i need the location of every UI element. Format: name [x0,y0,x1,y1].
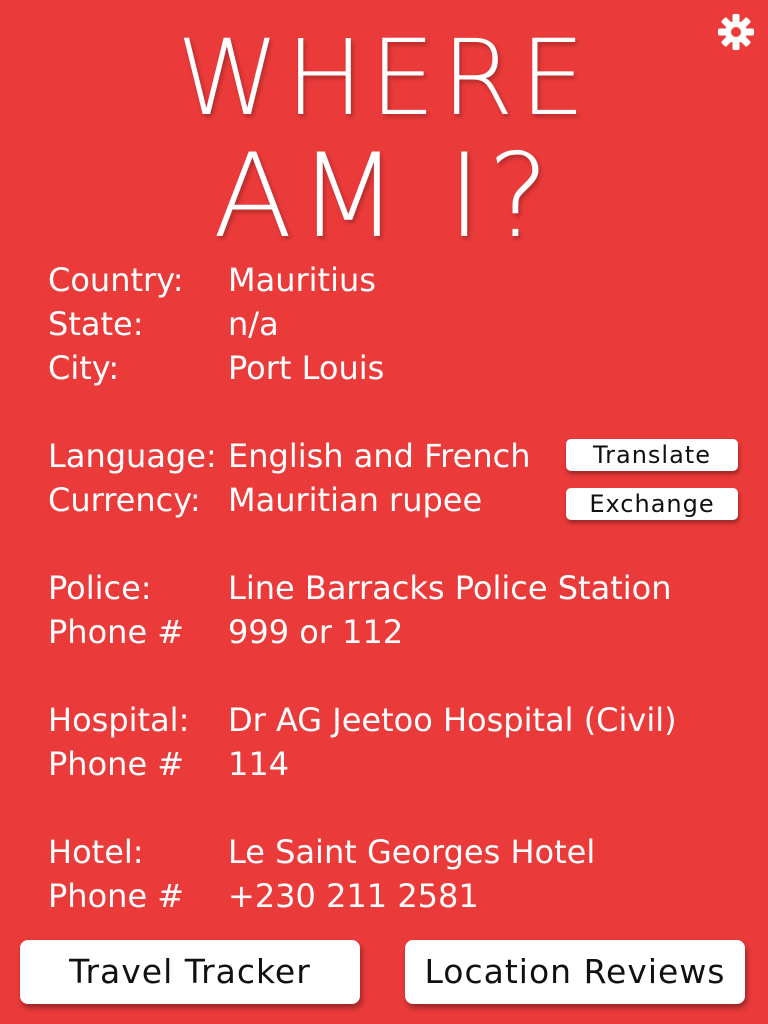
language-value: English and French [228,437,531,475]
app-title-line1: WHERE [176,17,592,139]
police-label: Police: [48,569,152,607]
exchange-button[interactable]: Exchange [566,488,738,520]
hospital-label: Hospital: [48,701,190,739]
police-phone-value: 999 or 112 [228,613,404,651]
city-value: Port Louis [228,349,385,387]
hospital-phone-value: 114 [228,745,290,783]
police-value: Line Barracks Police Station [228,569,672,607]
hotel-phone-label: Phone # [48,877,185,915]
currency-label: Currency: [48,481,201,519]
location-reviews-button[interactable]: Location Reviews [405,940,745,1004]
state-value: n/a [228,305,279,343]
language-label: Language: [48,437,217,475]
city-label: City: [48,349,120,387]
state-label: State: [48,305,144,343]
police-phone-label: Phone # [48,613,185,651]
hospital-value: Dr AG Jeetoo Hospital (Civil) [228,701,677,739]
country-value: Mauritius [228,261,376,299]
currency-value: Mauritian rupee [228,481,483,519]
translate-button[interactable]: Translate [566,439,738,471]
app-screen: WHERE AM I? Country: Mauritius State: n/… [0,0,768,1024]
hotel-phone-value: +230 211 2581 [228,877,479,915]
country-label: Country: [48,261,184,299]
hotel-label: Hotel: [48,833,144,871]
travel-tracker-button[interactable]: Travel Tracker [20,940,360,1004]
app-title-line2: AM I? [212,129,556,264]
hotel-value: Le Saint Georges Hotel [228,833,596,871]
hospital-phone-label: Phone # [48,745,185,783]
